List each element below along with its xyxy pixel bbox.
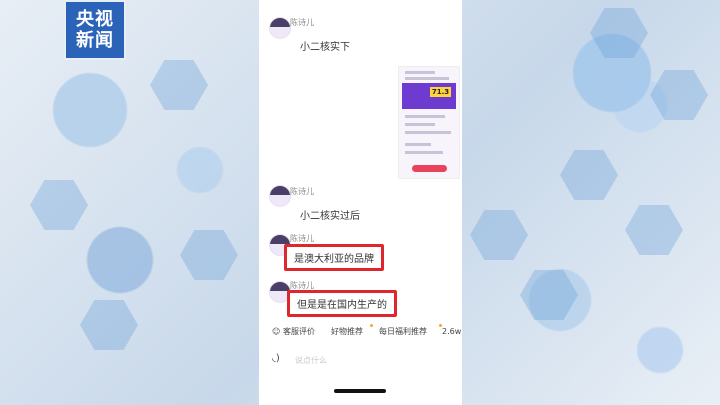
- screenshot-price-tag: 71.3: [430, 87, 451, 97]
- hexagon-decoration: [470, 210, 528, 260]
- avatar: [269, 185, 291, 207]
- screenshot-buy-button: [412, 165, 447, 172]
- message-text: 小二核实下: [295, 34, 355, 57]
- message-input[interactable]: 说点什么: [295, 355, 327, 366]
- hexagon-decoration: [80, 300, 138, 350]
- phone-chat-screen: 陈诗儿 小二核实下 71.3 陈诗儿 小二核实过后 陈诗儿 是澳大利亚的品牌 陈…: [259, 0, 462, 405]
- product-screenshot-image[interactable]: 71.3: [398, 66, 460, 179]
- quick-reply-recommend[interactable]: 好物推荐: [331, 326, 363, 337]
- screenshot-text-line: [405, 71, 435, 74]
- sender-name: 陈诗儿: [290, 234, 314, 243]
- sender-name: 陈诗儿: [290, 187, 314, 196]
- hexagon-decoration: [520, 270, 578, 320]
- hexagon-decoration: [590, 8, 648, 58]
- logo-line-2: 新闻: [76, 30, 114, 51]
- star-icon: ☺: [272, 326, 281, 336]
- hexagon-decoration: [180, 230, 238, 280]
- message-input-row: ◟) 说点什么: [259, 350, 462, 370]
- logo-line-1: 央视: [76, 9, 114, 30]
- highlighted-message-text: 是澳大利亚的品牌: [284, 244, 384, 271]
- avatar: [269, 17, 291, 39]
- hexagon-decoration: [650, 70, 708, 120]
- quick-reply-bar: ☺ 客服评价 好物推荐 每日福利推荐 2.6w: [259, 322, 462, 340]
- hexagon-decoration: [625, 205, 683, 255]
- highlighted-message-text: 但是是在国内生产的: [287, 290, 397, 317]
- quick-reply-daily-benefits[interactable]: 每日福利推荐: [379, 326, 427, 337]
- hexagon-decoration: [30, 180, 88, 230]
- screenshot-text-line: [405, 115, 445, 118]
- screenshot-text-line: [405, 131, 451, 134]
- hexagon-decoration: [560, 150, 618, 200]
- quick-reply-service-rating[interactable]: 客服评价: [283, 326, 315, 337]
- message-text: 小二核实过后: [295, 203, 365, 226]
- home-indicator: [334, 389, 386, 393]
- quick-reply-count[interactable]: 2.6w: [442, 327, 461, 336]
- screenshot-text-line: [405, 123, 435, 126]
- hexagon-decoration: [150, 60, 208, 110]
- notification-dot: [370, 324, 373, 327]
- cctv-news-logo: 央视 新闻: [64, 0, 126, 60]
- screenshot-text-line: [405, 77, 449, 80]
- sender-name: 陈诗儿: [290, 18, 314, 27]
- screenshot-text-line: [405, 143, 431, 146]
- voice-input-icon[interactable]: ◟): [272, 353, 280, 364]
- screenshot-text-line: [405, 151, 443, 154]
